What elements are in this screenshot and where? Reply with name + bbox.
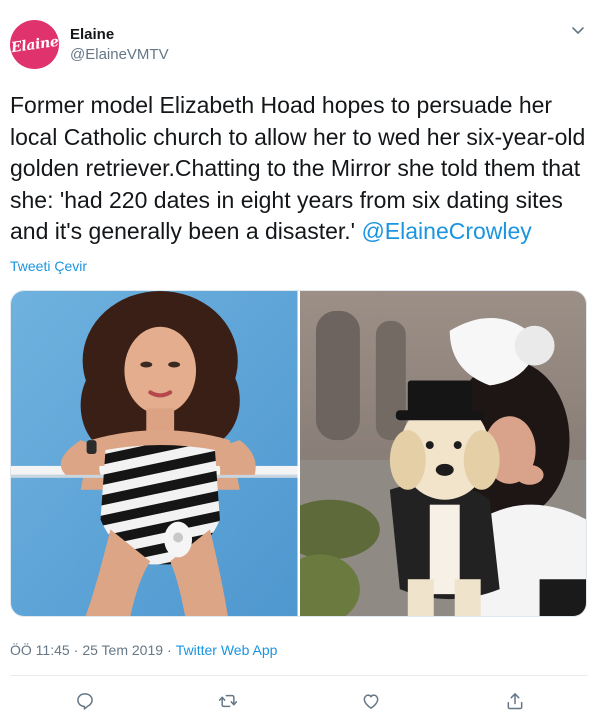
tweet-time[interactable]: ÖÖ 11:45 [10,642,70,658]
photo-left[interactable] [11,291,298,616]
divider [10,675,588,676]
meta-separator: · [167,642,172,658]
avatar[interactable]: Elaine [10,20,59,69]
chevron-down-icon[interactable] [570,22,586,38]
avatar-logo-text: Elaine [10,33,59,56]
translate-tweet-link[interactable]: Tweeti Çevir [10,258,87,274]
photo-right[interactable] [299,291,586,616]
reply-icon[interactable] [70,686,100,716]
tweet-date[interactable]: 25 Tem 2019 [82,642,163,658]
media-grid [10,290,587,617]
retweet-icon[interactable] [213,686,243,716]
meta-separator: · [73,642,79,658]
mention-link[interactable]: @ElaineCrowley [361,218,531,244]
like-icon[interactable] [356,686,386,716]
tweet-source-link[interactable]: Twitter Web App [176,642,278,658]
action-bar [0,686,598,716]
tweet: Elaine Elaine @ElaineVMTV Former model E… [0,0,598,724]
user-handle[interactable]: @ElaineVMTV [70,46,169,63]
tweet-text: Former model Elizabeth Hoad hopes to per… [10,90,590,248]
tweet-meta: ÖÖ 11:45 · 25 Tem 2019 · Twitter Web App [10,642,277,658]
share-icon[interactable] [500,686,530,716]
display-name[interactable]: Elaine [70,26,114,43]
